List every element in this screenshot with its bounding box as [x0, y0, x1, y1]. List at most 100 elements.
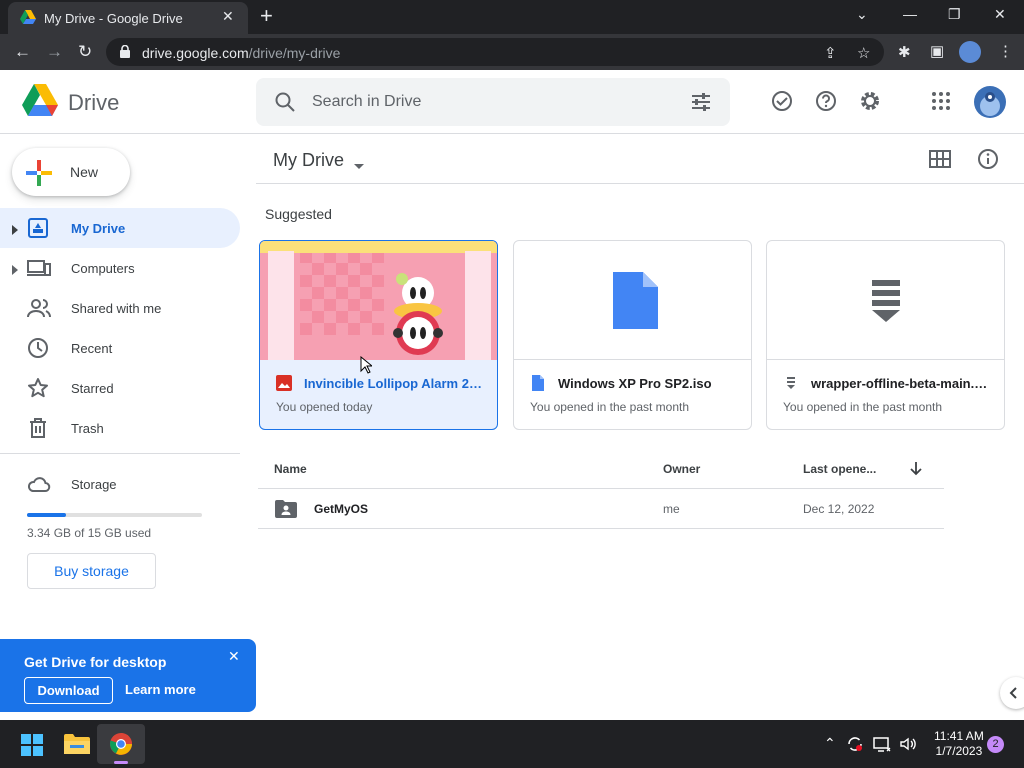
new-button-label: New — [70, 164, 99, 180]
tab-search-icon[interactable]: ⌄ — [856, 6, 868, 23]
apps-grid-icon[interactable] — [932, 92, 950, 115]
lock-icon[interactable] — [120, 44, 130, 63]
expand-arrow-icon[interactable] — [12, 262, 18, 280]
promo-title: Get Drive for desktop — [24, 654, 167, 670]
search-options-icon[interactable] — [690, 91, 712, 118]
browser-toolbar: ← → ↻ drive.google.com/drive/my-drive ⇪ … — [0, 34, 1024, 70]
suggested-card[interactable]: wrapper-offline-beta-main.rar You opened… — [766, 240, 1005, 430]
computers-icon — [27, 257, 51, 284]
image-thumbnail — [260, 241, 497, 360]
storage-progress-bar — [27, 513, 202, 517]
window-close-icon[interactable]: ✕ — [994, 6, 1006, 23]
network-icon[interactable] — [873, 735, 891, 758]
star-icon — [27, 377, 49, 404]
suggested-heading: Suggested — [265, 206, 332, 222]
clock-date: 1/7/2023 — [935, 744, 983, 758]
search-bar[interactable] — [256, 78, 730, 126]
side-panel-icon[interactable]: ▣ — [930, 42, 944, 60]
archive-file-icon — [783, 375, 799, 396]
title-dropdown-icon[interactable] — [354, 156, 364, 174]
folder-owner: me — [663, 502, 680, 516]
sidebar-item-computers[interactable]: Computers — [0, 248, 240, 288]
tab-close-icon[interactable]: ✕ — [222, 8, 234, 25]
settings-gear-icon[interactable] — [859, 90, 881, 117]
extensions-icon[interactable]: ✱ — [898, 43, 911, 61]
my-drive-icon — [27, 217, 49, 244]
grid-view-icon[interactable] — [929, 150, 951, 173]
forward-icon[interactable]: → — [46, 42, 63, 62]
file-activity: You opened today — [276, 400, 373, 414]
url-text: drive.google.com/drive/my-drive — [142, 45, 341, 61]
image-file-icon — [276, 375, 292, 396]
sidebar-item-storage[interactable]: Storage — [0, 464, 240, 504]
suggested-card[interactable]: Windows XP Pro SP2.iso You opened in the… — [513, 240, 752, 430]
learn-more-link[interactable]: Learn more — [125, 682, 196, 697]
app-header: Drive — [0, 70, 1024, 134]
info-icon[interactable] — [977, 148, 999, 175]
column-header-last-opened[interactable]: Last opene... — [803, 462, 876, 476]
chrome-icon[interactable] — [109, 732, 133, 761]
download-button[interactable]: Download — [24, 677, 113, 704]
sidebar-item-trash[interactable]: Trash — [0, 408, 240, 448]
archive-thumbnail — [767, 241, 1004, 360]
promo-close-icon[interactable]: ✕ — [228, 648, 240, 665]
suggested-card[interactable]: Invincible Lollipop Alarm 20... You open… — [259, 240, 498, 430]
profile-avatar[interactable] — [959, 41, 981, 63]
sort-direction-icon[interactable] — [910, 462, 922, 481]
sidebar-item-starred[interactable]: Starred — [0, 368, 240, 408]
volume-icon[interactable] — [899, 735, 917, 758]
sidebar-item-my-drive[interactable]: My Drive — [0, 208, 240, 248]
app-name[interactable]: Drive — [68, 90, 119, 116]
trash-icon — [27, 417, 49, 444]
page-title[interactable]: My Drive — [273, 150, 344, 171]
ready-offline-icon[interactable] — [771, 90, 793, 117]
browser-tab[interactable]: My Drive - Google Drive ✕ — [8, 2, 248, 34]
shared-folder-icon — [275, 500, 297, 523]
sidebar-item-label: My Drive — [71, 221, 126, 236]
sync-status-icon[interactable] — [846, 735, 864, 758]
sidebar-item-shared[interactable]: Shared with me — [0, 288, 240, 328]
browser-menu-icon[interactable]: ⋮ — [998, 42, 1013, 60]
tray-overflow-icon[interactable]: ⌃ — [824, 735, 836, 752]
side-panel-toggle[interactable] — [1000, 677, 1024, 709]
windows-start-icon[interactable] — [21, 734, 43, 761]
os-taskbar: ⌃ 11:41 AM 1/7/2023 2 — [0, 720, 1024, 768]
plus-icon — [26, 160, 52, 191]
buy-storage-button[interactable]: Buy storage — [27, 553, 156, 589]
column-header-owner: Owner — [663, 462, 701, 476]
folder-date: Dec 12, 2022 — [803, 502, 875, 516]
column-header-name[interactable]: Name — [274, 462, 307, 476]
sidebar-item-label: Shared with me — [71, 301, 162, 316]
drive-app: Drive New — [0, 70, 1024, 720]
shared-icon — [27, 297, 51, 324]
restore-icon[interactable]: ❐ — [948, 6, 961, 23]
tab-title: My Drive - Google Drive — [44, 11, 183, 26]
search-icon[interactable] — [274, 91, 296, 118]
drive-favicon-icon — [20, 10, 36, 29]
notification-badge[interactable]: 2 — [987, 736, 1004, 753]
back-icon[interactable]: ← — [14, 42, 31, 62]
sidebar-item-label: Computers — [71, 261, 135, 276]
expand-arrow-icon[interactable] — [12, 222, 18, 240]
table-row[interactable]: GetMyOS me Dec 12, 2022 — [258, 489, 944, 528]
file-activity: You opened in the past month — [783, 400, 943, 414]
desktop-promo-banner: Get Drive for desktop ✕ Download Learn m… — [0, 639, 256, 712]
header-divider — [256, 183, 1024, 184]
sidebar-item-recent[interactable]: Recent — [0, 328, 240, 368]
reload-icon[interactable]: ↻ — [78, 42, 92, 62]
file-explorer-icon[interactable] — [64, 733, 90, 760]
drive-logo-icon[interactable] — [22, 84, 58, 121]
minimize-icon[interactable]: — — [903, 6, 917, 22]
share-icon[interactable]: ⇪ — [824, 44, 837, 62]
help-icon[interactable] — [815, 90, 837, 117]
file-activity: You opened in the past month — [530, 400, 690, 414]
cloud-icon — [27, 473, 51, 500]
new-tab-icon[interactable]: + — [260, 5, 273, 27]
address-bar[interactable]: drive.google.com/drive/my-drive ⇪ ☆ — [106, 38, 884, 66]
account-avatar[interactable] — [974, 86, 1006, 118]
bookmark-star-icon[interactable]: ☆ — [857, 44, 870, 62]
table-row-divider — [258, 528, 944, 529]
system-clock[interactable]: 11:41 AM 1/7/2023 — [934, 729, 984, 759]
search-input[interactable] — [312, 90, 672, 114]
new-button[interactable]: New — [12, 148, 130, 196]
